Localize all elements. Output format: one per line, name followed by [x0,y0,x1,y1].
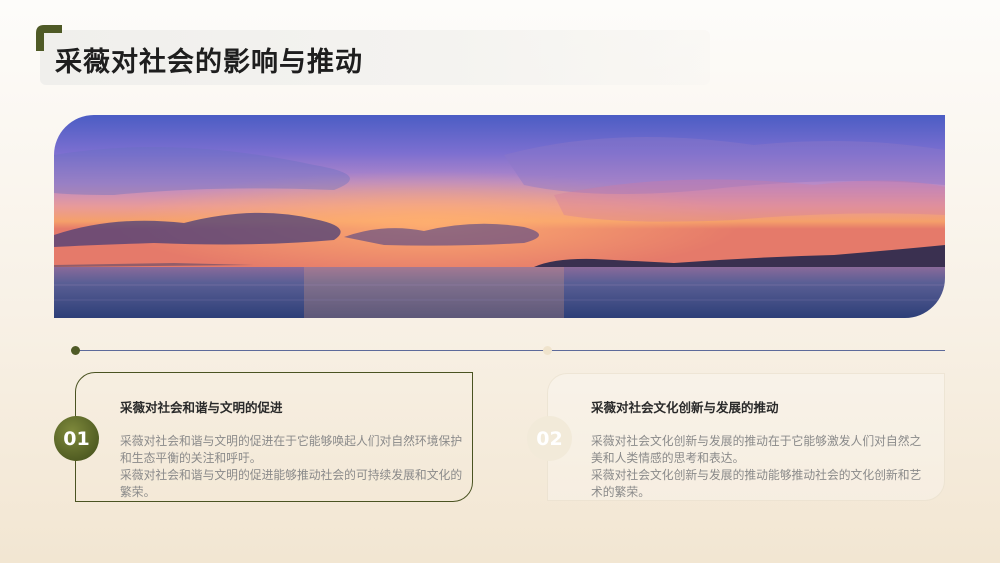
card-1-heading: 采薇对社会和谐与文明的促进 [120,400,283,415]
timeline-line [75,350,945,351]
hero-sunset-image [54,115,945,318]
card-2-paragraph-2: 采薇对社会文化创新与发展的推动能够推动社会的文化创新和艺术的繁荣。 [591,468,922,499]
card-1-number-badge: 01 [54,416,99,461]
page-title: 采薇对社会的影响与推动 [55,47,363,78]
timeline-dot-1 [71,346,80,355]
card-1-body: 采薇对社会和谐与文明的促进在于它能够唤起人们对自然环境保护和生态平衡的关注和呼吁… [120,433,470,501]
sunset-illustration [54,115,945,318]
card-2-heading: 采薇对社会文化创新与发展的推动 [591,400,779,415]
card-2-paragraph-1: 采薇对社会文化创新与发展的推动在于它能够激发人们对自然之美和人类情感的思考和表达… [591,434,922,465]
card-1-paragraph-1: 采薇对社会和谐与文明的促进在于它能够唤起人们对自然环境保护和生态平衡的关注和呼吁… [120,434,463,465]
card-2-number-badge: 02 [527,416,572,461]
timeline-dot-2 [543,346,552,355]
card-2-body: 采薇对社会文化创新与发展的推动在于它能够激发人们对自然之美和人类情感的思考和表达… [591,433,926,501]
card-1-paragraph-2: 采薇对社会和谐与文明的促进能够推动社会的可持续发展和文化的繁荣。 [120,468,463,499]
